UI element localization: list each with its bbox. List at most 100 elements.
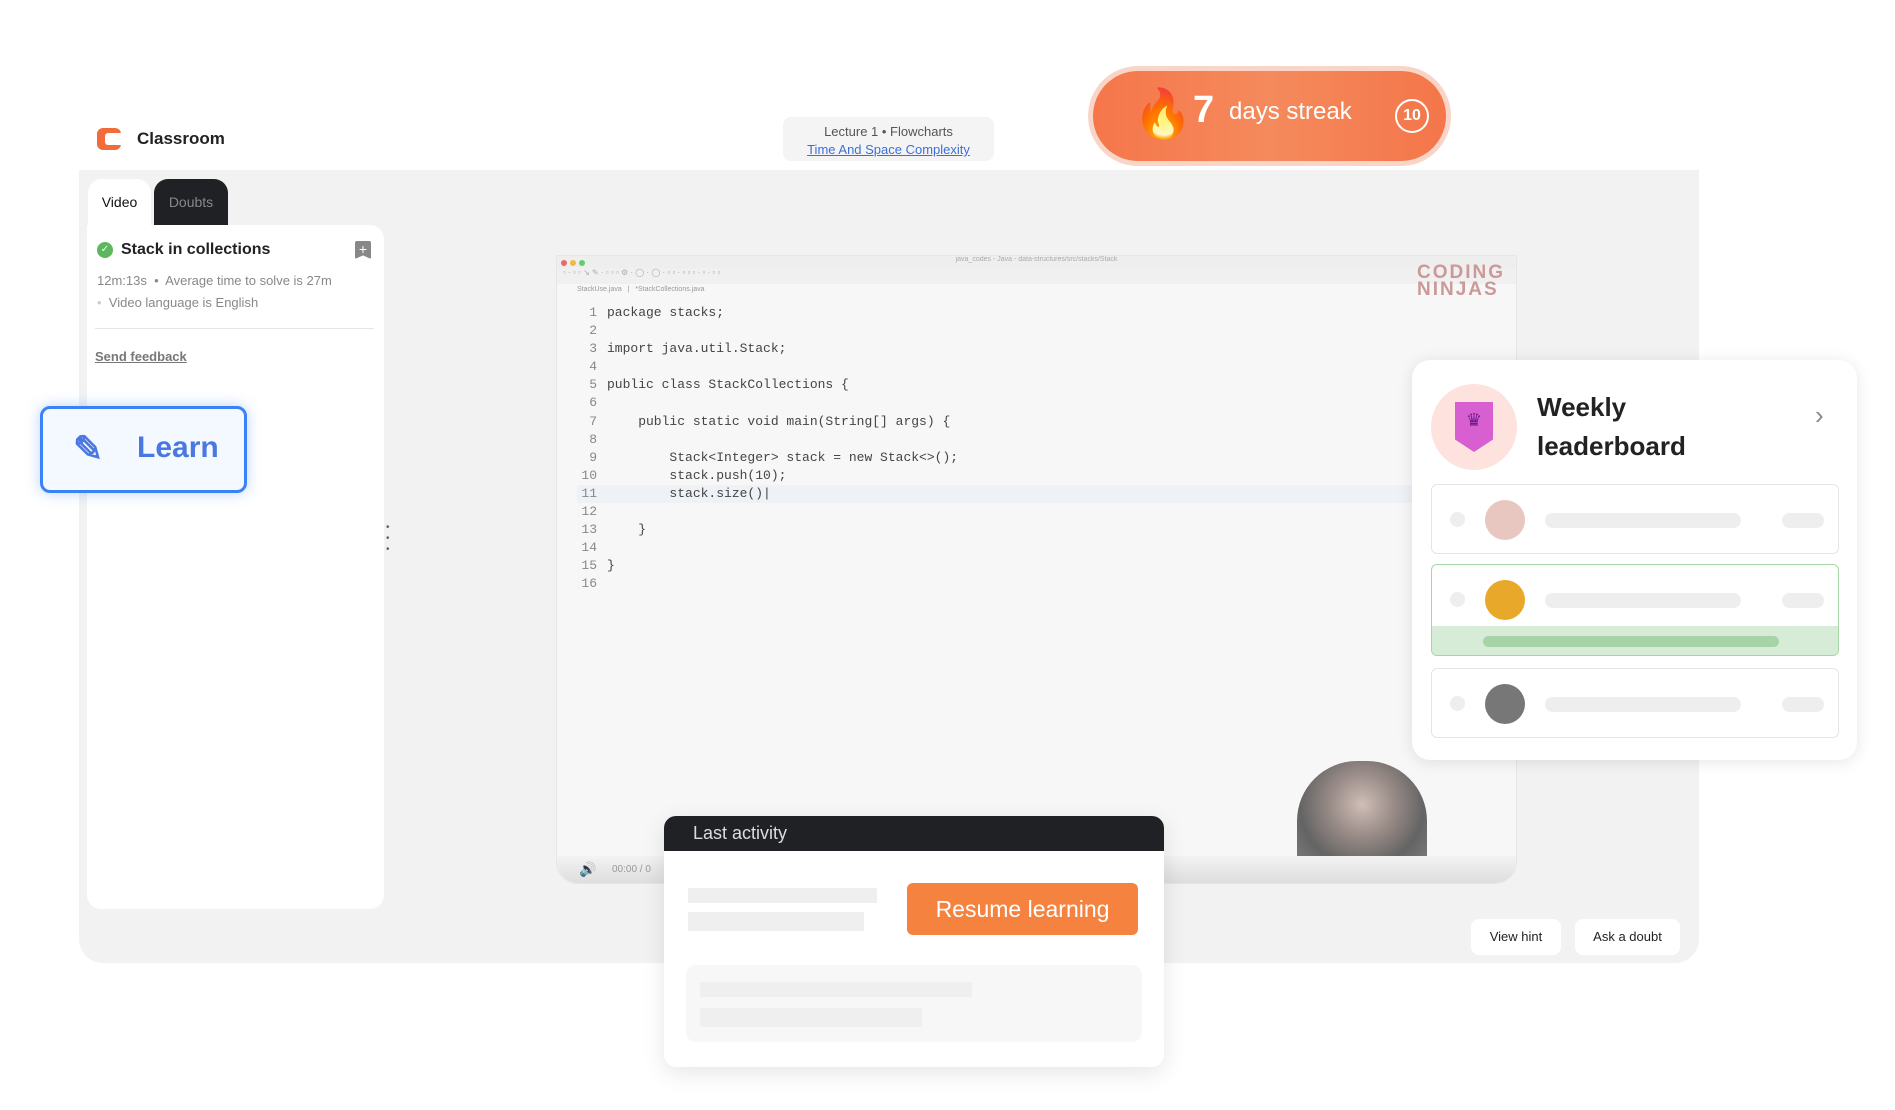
check-icon: ✓ bbox=[97, 242, 113, 258]
leaderboard-row-current bbox=[1431, 564, 1839, 656]
line-number: 8 bbox=[589, 431, 597, 447]
line-number: 16 bbox=[581, 576, 597, 592]
progress-bar bbox=[1432, 626, 1838, 655]
code-line: 3 import java.util.Stack; bbox=[577, 340, 1497, 358]
code-line: 8 bbox=[577, 431, 1497, 449]
learn-label: Learn bbox=[137, 431, 219, 464]
code-text: public class StackCollections { bbox=[607, 377, 849, 393]
line-number: 11 bbox=[581, 485, 597, 501]
send-feedback-link[interactable]: Send feedback bbox=[95, 349, 187, 364]
line-number: 2 bbox=[589, 323, 597, 339]
coding-ninjas-logo-icon bbox=[97, 128, 121, 150]
code-line: 6 bbox=[577, 394, 1497, 412]
code-line: 16 bbox=[577, 575, 1497, 593]
leaderboard-title: Weekly leaderboard bbox=[1537, 388, 1686, 466]
pencil-icon: ✎ bbox=[73, 428, 104, 469]
line-number: 12 bbox=[581, 504, 597, 520]
ide-titlebar: java_codes - Java - data-structures/src/… bbox=[557, 256, 1516, 268]
skeleton-line bbox=[688, 912, 864, 931]
code-text: } bbox=[607, 522, 647, 538]
coding-ninjas-watermark: CODING NINJAS bbox=[1417, 262, 1505, 300]
streak-label: days streak bbox=[1229, 98, 1352, 125]
avatar bbox=[1485, 500, 1525, 540]
line-number: 10 bbox=[581, 467, 597, 483]
code-text: stack.push(10); bbox=[607, 467, 787, 483]
chevron-right-icon[interactable]: › bbox=[1815, 400, 1824, 431]
ide-file-tabs: StackUse.java | *StackCollections.java bbox=[577, 286, 705, 293]
avatar bbox=[1485, 684, 1525, 724]
leaderboard-title-line1: Weekly bbox=[1537, 392, 1627, 422]
line-number: 4 bbox=[589, 359, 597, 375]
video-time: 00:00 / 0 bbox=[612, 864, 651, 875]
line-number: 5 bbox=[589, 377, 597, 393]
streak-badge: 🔥 7 days streak 10 bbox=[1088, 66, 1451, 166]
last-activity-title: Last activity bbox=[664, 816, 1164, 851]
code-text: Stack<Integer> stack = new Stack<>(); bbox=[607, 449, 959, 465]
leaderboard-title-line2: leaderboard bbox=[1537, 431, 1686, 461]
view-hint-button[interactable]: View hint bbox=[1471, 919, 1561, 955]
video-language-text: Video language is English bbox=[108, 295, 259, 310]
code-line: 7 public static void main(String[] args)… bbox=[577, 413, 1497, 431]
resume-learning-button[interactable]: Resume learning bbox=[907, 883, 1138, 935]
ide-window-title: java_codes - Java - data-structures/src/… bbox=[955, 256, 1118, 263]
code-line: 14 bbox=[577, 539, 1497, 557]
resize-handle[interactable]: • • • bbox=[386, 522, 392, 555]
ide-toolbar: ▫ · ▫ ▫ ↘ ✎ · ▫ ▫ ▫ ⚙ · ◯ · ◯ · ▫ ▫ · ▫ … bbox=[557, 268, 1516, 284]
avatar bbox=[1485, 580, 1525, 620]
line-number: 1 bbox=[589, 305, 597, 320]
lecture-breadcrumb: Lecture 1 • Flowcharts Time And Space Co… bbox=[783, 117, 994, 161]
skeleton-line bbox=[688, 888, 877, 903]
leaderboard-badge-icon: ♛ bbox=[1431, 384, 1517, 470]
video-player[interactable]: java_codes - Java - data-structures/src/… bbox=[556, 255, 1517, 884]
code-line: 4 bbox=[577, 358, 1497, 376]
bookmark-add-icon[interactable]: + bbox=[355, 241, 371, 259]
line-number: 3 bbox=[589, 341, 597, 357]
file-tab: *StackCollections.java bbox=[635, 286, 705, 293]
lecture-link[interactable]: Time And Space Complexity bbox=[783, 141, 994, 159]
learn-button[interactable]: ✎ Learn bbox=[40, 406, 247, 493]
video-language: • Video language is English bbox=[97, 295, 259, 310]
line-number: 7 bbox=[589, 413, 597, 429]
time-spent: 12m:13s bbox=[97, 273, 147, 288]
last-activity-card: Last activity Resume learning bbox=[664, 816, 1164, 1067]
code-line: 15} bbox=[577, 557, 1497, 575]
problem-meta: 12m:13s • Average time to solve is 27m bbox=[97, 273, 332, 288]
streak-target: 10 bbox=[1395, 99, 1429, 133]
line-number: 14 bbox=[581, 540, 597, 556]
tab-video[interactable]: Video bbox=[88, 179, 151, 225]
activity-placeholder bbox=[686, 965, 1142, 1042]
code-line: 10 stack.push(10); bbox=[577, 467, 1497, 485]
code-line: 13 } bbox=[577, 521, 1497, 539]
streak-count: 7 bbox=[1193, 89, 1215, 131]
code-line: 1 package stacks; bbox=[577, 304, 1497, 322]
code-line: 11 stack.size()| bbox=[577, 484, 1497, 504]
flame-icon: 🔥 bbox=[1133, 88, 1193, 141]
file-tab: StackUse.java bbox=[577, 286, 622, 293]
code-text: } bbox=[607, 558, 615, 574]
code-line: 5 public class StackCollections { bbox=[577, 376, 1497, 394]
volume-icon[interactable]: 🔊 bbox=[579, 861, 596, 878]
line-number: 6 bbox=[589, 395, 597, 411]
code-text: import java.util.Stack; bbox=[607, 341, 787, 357]
leaderboard-row bbox=[1431, 484, 1839, 554]
code-text: public static void main(String[] args) { bbox=[607, 413, 951, 429]
line-number: 13 bbox=[581, 522, 597, 538]
app-title: Classroom bbox=[137, 129, 225, 148]
problem-panel: ✓ Stack in collections + 12m:13s • Avera… bbox=[87, 225, 384, 909]
code-line: 2 bbox=[577, 322, 1497, 340]
divider bbox=[95, 328, 374, 329]
leaderboard-row bbox=[1431, 668, 1839, 738]
code-line: 9 Stack<Integer> stack = new Stack<>(); bbox=[577, 449, 1497, 467]
avg-time: Average time to solve is 27m bbox=[165, 273, 332, 288]
code-text: package stacks; bbox=[607, 305, 725, 320]
code-line: 12 bbox=[577, 503, 1497, 521]
code-editor: 1 package stacks; 2 3 import java.util.Stack… bbox=[577, 304, 1497, 594]
tab-doubts[interactable]: Doubts bbox=[154, 179, 228, 225]
problem-title: Stack in collections bbox=[121, 241, 271, 258]
ask-doubt-button[interactable]: Ask a doubt bbox=[1575, 919, 1680, 955]
line-number: 15 bbox=[581, 558, 597, 574]
code-text: stack.size()| bbox=[607, 485, 771, 501]
line-number: 9 bbox=[589, 449, 597, 465]
weekly-leaderboard-card[interactable]: ♛ Weekly leaderboard › bbox=[1412, 360, 1857, 760]
lecture-label: Lecture 1 • Flowcharts bbox=[824, 124, 953, 139]
